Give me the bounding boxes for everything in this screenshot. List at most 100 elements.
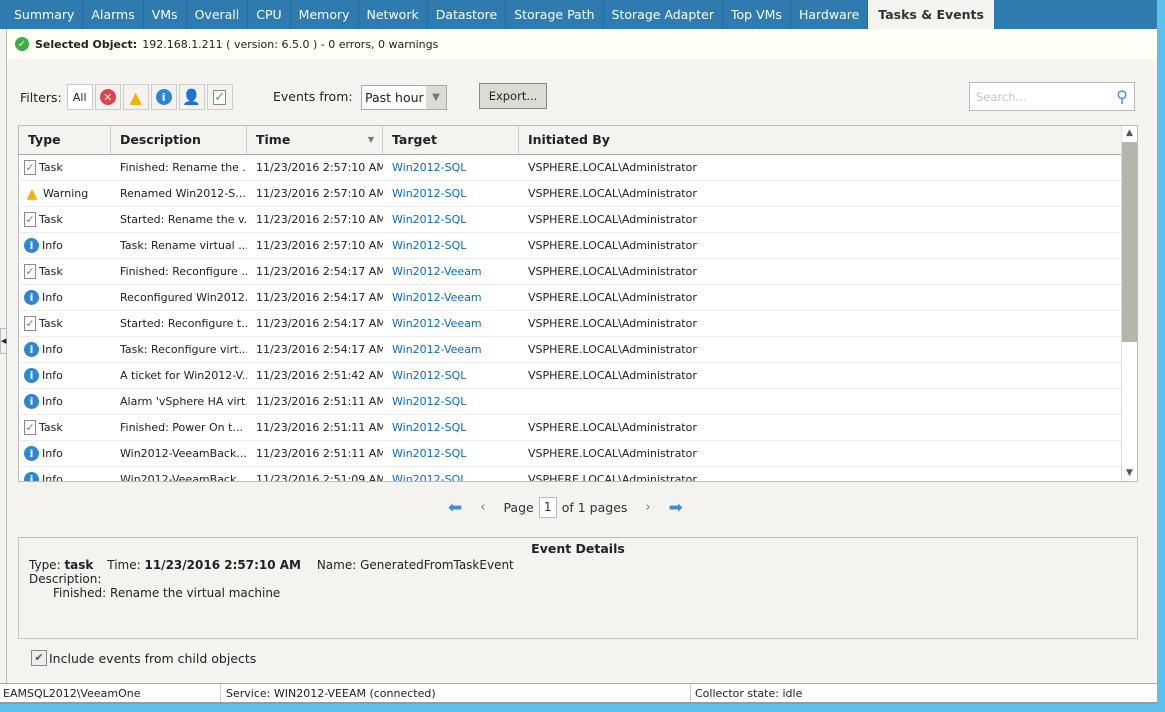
- tab-overall[interactable]: Overall: [187, 0, 249, 29]
- vertical-scrollbar[interactable]: ▲ ▼: [1121, 126, 1137, 481]
- initiated-by-cell: VSPHERE.LOCAL\Administrator: [528, 447, 697, 460]
- target-link[interactable]: Win2012-SQL: [392, 161, 466, 174]
- target-link[interactable]: Win2012-SQL: [392, 213, 466, 226]
- tab-hardware[interactable]: Hardware: [791, 0, 869, 29]
- scroll-down-icon[interactable]: ▼: [1122, 466, 1137, 481]
- column-type[interactable]: Type: [19, 126, 111, 154]
- tab-network[interactable]: Network: [359, 0, 428, 29]
- table-row[interactable]: i Info Reconfigured Win2012... 11/23/2016…: [19, 285, 1137, 311]
- target-link[interactable]: Win2012-Veeam: [392, 343, 482, 356]
- target-link[interactable]: Win2012-Veeam: [392, 265, 482, 278]
- tab-summary[interactable]: Summary: [6, 0, 84, 29]
- collapse-panel-button[interactable]: ◀: [0, 328, 7, 354]
- target-link[interactable]: Win2012-SQL: [392, 239, 466, 252]
- time-cell: 11/23/2016 2:57:10 AM: [256, 161, 383, 174]
- tab-alarms[interactable]: Alarms: [83, 0, 144, 29]
- type-cell: ▲ Warning: [19, 186, 111, 202]
- filters: Filters: All ✕ ▲ i 👤 ✓: [20, 84, 233, 110]
- tab-memory[interactable]: Memory: [291, 0, 359, 29]
- target-link[interactable]: Win2012-SQL: [392, 473, 466, 481]
- scroll-up-icon[interactable]: ▲: [1122, 126, 1137, 141]
- events-from-label: Events from:: [273, 89, 353, 104]
- target-link[interactable]: Win2012-Veeam: [392, 291, 482, 304]
- include-child-objects[interactable]: ✔ Include events from child objects: [31, 650, 256, 666]
- table-row[interactable]: ✓ Task Started: Reconfigure t... 11/23/20…: [19, 311, 1137, 337]
- table-row[interactable]: i Info Win2012-VeeamBack... 11/23/2016 2:…: [19, 467, 1137, 482]
- time-value: 11/23/2016 2:57:10 AM: [144, 558, 301, 572]
- filter-error-button[interactable]: ✕: [94, 84, 121, 110]
- target-cell: Win2012-SQL: [383, 213, 519, 226]
- tab-cpu[interactable]: CPU: [248, 0, 291, 29]
- column-description[interactable]: Description: [111, 126, 247, 154]
- events-from-select[interactable]: Past hour ▼: [361, 85, 447, 110]
- description-cell: Reconfigured Win2012...: [120, 291, 247, 304]
- initiated-by-cell: VSPHERE.LOCAL\Administrator: [528, 187, 697, 200]
- column-initiated-by[interactable]: Initiated By: [519, 126, 1122, 154]
- next-page-icon[interactable]: ›: [645, 500, 650, 515]
- include-child-checkbox[interactable]: ✔: [31, 650, 47, 666]
- tab-tasks-events[interactable]: Tasks & Events: [868, 0, 994, 29]
- target-cell: Win2012-SQL: [383, 187, 519, 200]
- chevron-down-icon: ▼: [426, 86, 446, 109]
- tab-bar: Summary Alarms VMs Overall CPU Memory Network D…: [0, 0, 1157, 29]
- table-row[interactable]: i Info A ticket for Win2012-V... 11/23/20…: [19, 363, 1137, 389]
- target-link[interactable]: Win2012-SQL: [392, 421, 466, 434]
- tab-storage-path[interactable]: Storage Path: [506, 0, 604, 29]
- description-cell: Task: Rename virtual ...: [120, 239, 247, 252]
- divider: [6, 29, 7, 683]
- table-row[interactable]: i Info Task: Reconfigure virt... 11/23/20…: [19, 337, 1137, 363]
- table-row[interactable]: i Info Win2012-VeeamBack... 11/23/2016 2:…: [19, 441, 1137, 467]
- type-text: Task: [39, 317, 63, 330]
- table-row[interactable]: ✓ Task Started: Rename the v... 11/23/201…: [19, 207, 1137, 233]
- time-cell: 11/23/2016 2:51:11 AM: [256, 395, 383, 408]
- prev-page-icon[interactable]: ‹: [480, 500, 485, 515]
- type-cell: i Info: [19, 368, 111, 383]
- tab-storage-adapter[interactable]: Storage Adapter: [604, 0, 724, 29]
- filter-task-button[interactable]: ✓: [206, 84, 233, 110]
- table-row[interactable]: ✓ Task Finished: Reconfigure ... 11/23/20…: [19, 259, 1137, 285]
- type-text: Info: [42, 369, 63, 382]
- description-cell: Started: Reconfigure t...: [120, 317, 247, 330]
- table-row[interactable]: ✓ Task Finished: Rename the ... 11/23/201…: [19, 155, 1137, 181]
- column-time[interactable]: Time ▼: [247, 126, 383, 154]
- table-row[interactable]: ▲ Warning Renamed Win2012-S... 11/23/2016…: [19, 181, 1137, 207]
- type-text: Info: [42, 291, 63, 304]
- target-link[interactable]: Win2012-SQL: [392, 395, 466, 408]
- description-cell: Finished: Rename the ...: [120, 161, 247, 174]
- search-icon[interactable]: ⚲: [1116, 87, 1128, 106]
- description-value: Finished: Rename the virtual machine: [53, 586, 281, 600]
- filter-warning-button[interactable]: ▲: [122, 84, 149, 110]
- table-row[interactable]: i Info Task: Rename virtual ... 11/23/201…: [19, 233, 1137, 259]
- type-cell: i Info: [19, 238, 111, 253]
- filter-user-button[interactable]: 👤: [178, 84, 205, 110]
- target-link[interactable]: Win2012-SQL: [392, 369, 466, 382]
- target-link[interactable]: Win2012-Veeam: [392, 317, 482, 330]
- type-cell: i Info: [19, 394, 111, 409]
- type-cell: i Info: [19, 472, 111, 481]
- target-link[interactable]: Win2012-SQL: [392, 187, 466, 200]
- time-cell: 11/23/2016 2:51:09 AM: [256, 473, 383, 482]
- tab-vms[interactable]: VMs: [144, 0, 187, 29]
- scrollbar-thumb[interactable]: [1122, 142, 1137, 342]
- tab-datastore[interactable]: Datastore: [428, 0, 507, 29]
- last-page-arrow-icon[interactable]: ➡: [669, 498, 683, 518]
- initiated-by-cell: VSPHERE.LOCAL\Administrator: [528, 343, 697, 356]
- description-cell: Win2012-VeeamBack...: [120, 447, 247, 460]
- first-page-arrow-icon[interactable]: ⬅: [448, 498, 462, 518]
- description-label: Description:: [29, 572, 102, 586]
- tab-top-vms[interactable]: Top VMs: [723, 0, 791, 29]
- target-link[interactable]: Win2012-SQL: [392, 447, 466, 460]
- taskbar-edge: [0, 704, 1165, 712]
- table-row[interactable]: ✓ Task Finished: Power On t... 11/23/2016…: [19, 415, 1137, 441]
- search-input[interactable]: Search... ⚲: [969, 82, 1135, 111]
- description-cell: Renamed Win2012-S...: [120, 187, 246, 200]
- filter-all-button[interactable]: All: [66, 84, 93, 110]
- filter-info-button[interactable]: i: [150, 84, 177, 110]
- column-target[interactable]: Target: [383, 126, 519, 154]
- export-button[interactable]: Export...: [479, 83, 547, 109]
- table-row[interactable]: i Info Alarm 'vSphere HA virt... 11/23/20…: [19, 389, 1137, 415]
- page-input[interactable]: 1: [538, 497, 557, 518]
- target-cell: Win2012-Veeam: [383, 343, 519, 356]
- page-label: Page: [503, 500, 534, 515]
- status-service: Service: WIN2012-VEEAM (connected): [221, 684, 691, 702]
